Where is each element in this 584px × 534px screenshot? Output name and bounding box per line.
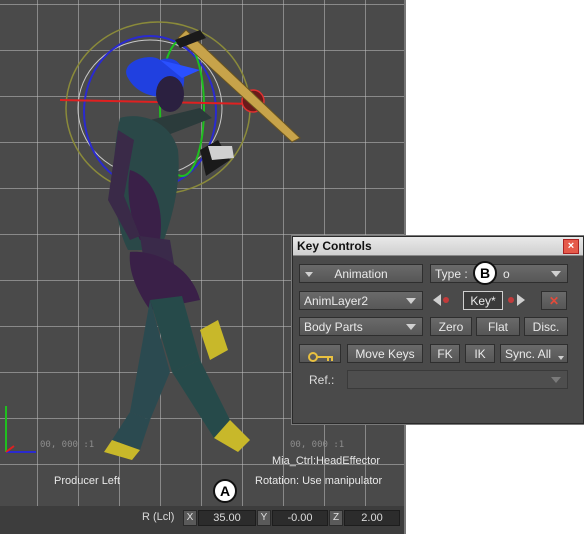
- chevron-down-icon: [305, 272, 313, 277]
- disc-button[interactable]: Disc.: [524, 317, 568, 336]
- anim-layer-value: AnimLayer2: [304, 294, 369, 308]
- z-value-field[interactable]: 2.00: [344, 510, 400, 526]
- transform-status-bar: R (Lcl) X 35.00 Y -0.00 Z 2.00: [0, 506, 404, 534]
- key-icon: [308, 349, 334, 368]
- delete-key-button[interactable]: ✕: [541, 291, 567, 310]
- x-axis-button[interactable]: X: [183, 510, 197, 526]
- key-indicator-icon: [443, 297, 449, 303]
- grid-coord-readout: 00, 000 :1: [290, 440, 345, 450]
- sync-all-dropdown[interactable]: Sync. All: [500, 344, 568, 363]
- ref-label: Ref.:: [309, 373, 335, 387]
- effector-label: Mia_Ctrl:HeadEffector: [272, 455, 381, 467]
- set-key-button[interactable]: Key*: [463, 291, 503, 310]
- y-axis-button[interactable]: Y: [257, 510, 271, 526]
- panel-title-bar[interactable]: Key Controls ×: [293, 237, 583, 256]
- chevron-down-icon: [558, 356, 564, 360]
- panel-title: Key Controls: [297, 239, 372, 253]
- ik-button[interactable]: IK: [465, 344, 495, 363]
- x-value-field[interactable]: 35.00: [198, 510, 256, 526]
- key-type-dropdown[interactable]: Type : o: [430, 264, 568, 283]
- key-lock-button[interactable]: [299, 344, 341, 363]
- key-indicator-icon: [508, 297, 514, 303]
- zero-button[interactable]: Zero: [430, 317, 472, 336]
- body-parts-dropdown[interactable]: Body Parts: [299, 317, 423, 336]
- anim-layer-dropdown[interactable]: AnimLayer2: [299, 291, 423, 310]
- callout-b: B: [473, 261, 497, 285]
- next-key-icon[interactable]: [517, 294, 525, 306]
- camera-label: Producer Left: [54, 475, 121, 487]
- previous-key-icon[interactable]: [433, 294, 441, 306]
- body-parts-value: Body Parts: [304, 320, 363, 334]
- chevron-down-icon: [551, 271, 561, 277]
- chevron-down-icon: [406, 324, 416, 330]
- z-axis-button[interactable]: Z: [329, 510, 343, 526]
- move-keys-button[interactable]: Move Keys: [347, 344, 423, 363]
- fk-button[interactable]: FK: [430, 344, 460, 363]
- animation-mode-label: Animation: [334, 267, 388, 281]
- manipulator-mode-label: Rotation: Use manipulator: [255, 475, 383, 487]
- transform-mode-label: R (Lcl): [142, 511, 175, 523]
- chevron-down-icon: [406, 298, 416, 304]
- sync-all-label: Sync. All: [505, 347, 552, 361]
- grid-coord-readout: 00, 000 :1: [40, 440, 95, 450]
- animation-mode-button[interactable]: Animation: [299, 264, 423, 283]
- flat-button[interactable]: Flat: [476, 317, 520, 336]
- key-controls-panel: Key Controls × Animation Type : o B Anim…: [292, 236, 584, 424]
- ref-dropdown[interactable]: [347, 370, 568, 389]
- chevron-down-icon: [551, 377, 561, 383]
- key-type-value: o: [503, 267, 510, 281]
- key-type-label: Type :: [435, 267, 468, 281]
- callout-a: A: [213, 479, 237, 503]
- close-button[interactable]: ×: [563, 239, 579, 254]
- y-value-field[interactable]: -0.00: [272, 510, 328, 526]
